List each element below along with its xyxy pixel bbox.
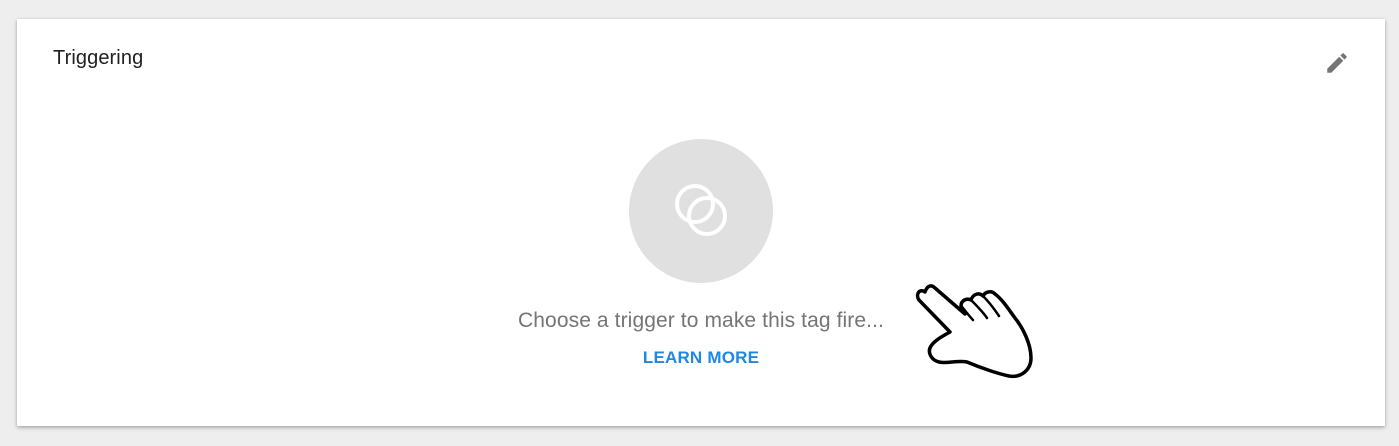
- pointing-hand-cursor-icon: [915, 284, 1033, 379]
- edit-button[interactable]: [1317, 43, 1357, 83]
- choose-trigger-button[interactable]: [629, 139, 773, 283]
- pencil-icon: [1327, 53, 1347, 73]
- card-title: Triggering: [53, 47, 144, 69]
- triggering-card: Triggering Choose a trigger to make this…: [17, 19, 1385, 426]
- empty-state-hint: Choose a trigger to make this tag fire..…: [518, 309, 884, 332]
- trigger-circles-icon: [675, 184, 727, 236]
- empty-state: Choose a trigger to make this tag fire..…: [17, 139, 1385, 368]
- learn-more-link[interactable]: LEARN MORE: [643, 348, 759, 368]
